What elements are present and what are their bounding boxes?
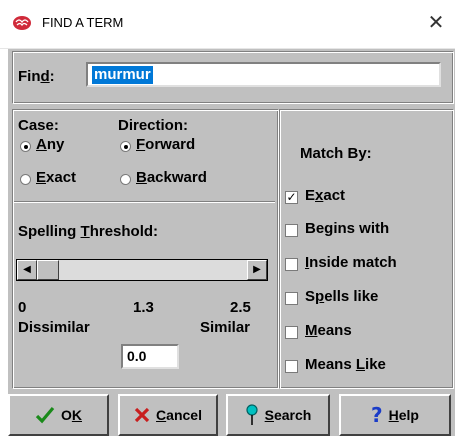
match-begins-with-label[interactable]: Begins with [305, 220, 389, 237]
match-means-like-label[interactable]: Means Like [305, 356, 386, 373]
match-begins-with-checkbox[interactable] [285, 224, 298, 237]
dialog-body: Find: murmur Case: Any Exact Direction: … [8, 49, 455, 436]
threshold-mid: 1.3 [133, 299, 154, 316]
match-exact-label[interactable]: Exact [305, 187, 345, 204]
help-label: Help [388, 407, 419, 423]
dissimilar-caption: Dissimilar [18, 319, 90, 336]
case-any-radio[interactable] [20, 141, 31, 152]
match-inside-label[interactable]: Inside match [305, 254, 397, 271]
search-button[interactable]: Search [226, 394, 330, 436]
cancel-button[interactable]: Cancel [118, 394, 218, 436]
find-input-value: murmur [92, 66, 153, 84]
match-means-like-checkbox[interactable] [285, 360, 298, 373]
match-inside-checkbox[interactable] [285, 258, 298, 271]
case-exact-label[interactable]: Exact [36, 169, 76, 186]
divider [14, 201, 275, 203]
threshold-max: 2.5 [230, 299, 251, 316]
case-any-label[interactable]: Any [36, 136, 64, 153]
question-mark-icon: ? [371, 403, 383, 427]
scroll-right-arrow-icon[interactable]: ▶ [247, 260, 267, 280]
scroll-thumb[interactable] [37, 260, 59, 280]
match-means-checkbox[interactable] [285, 326, 298, 339]
spelling-threshold-label: Spelling Threshold: [18, 223, 159, 240]
checkmark-icon [35, 406, 55, 424]
match-by-label: Match By: [300, 145, 372, 162]
threshold-value-field[interactable]: 0.0 [121, 344, 179, 369]
brain-icon [13, 16, 31, 30]
x-mark-icon [134, 407, 150, 423]
ok-button[interactable]: OK [8, 394, 109, 436]
scroll-left-arrow-icon[interactable]: ◀ [17, 260, 37, 280]
direction-label: Direction: [118, 117, 189, 134]
cancel-label: Cancel [156, 407, 202, 423]
direction-backward-label[interactable]: Backward [136, 169, 207, 186]
ok-label: OK [60, 407, 82, 423]
direction-backward-radio[interactable] [120, 174, 131, 185]
match-spells-like-label[interactable]: Spells like [305, 288, 378, 305]
case-exact-radio[interactable] [20, 174, 31, 185]
similar-caption: Similar [200, 319, 251, 336]
find-label: Find: [18, 68, 55, 85]
direction-forward-label[interactable]: Forward [136, 136, 195, 153]
threshold-min: 0 [18, 299, 27, 316]
match-means-label[interactable]: Means [305, 322, 352, 339]
window-title: FIND A TERM [42, 15, 124, 30]
close-button[interactable]: ✕ [423, 10, 449, 36]
threshold-scrollbar[interactable]: ◀ ▶ [16, 259, 268, 281]
find-input[interactable]: murmur [86, 62, 441, 87]
match-exact-checkbox[interactable]: ✓ [285, 191, 298, 204]
match-spells-like-checkbox[interactable] [285, 292, 298, 305]
title-bar: FIND A TERM ✕ [0, 0, 455, 49]
search-label: Search [264, 407, 312, 423]
pushpin-icon [246, 404, 258, 425]
case-label: Case: [18, 117, 59, 134]
direction-forward-radio[interactable] [120, 141, 131, 152]
help-button[interactable]: ? Help [339, 394, 451, 436]
